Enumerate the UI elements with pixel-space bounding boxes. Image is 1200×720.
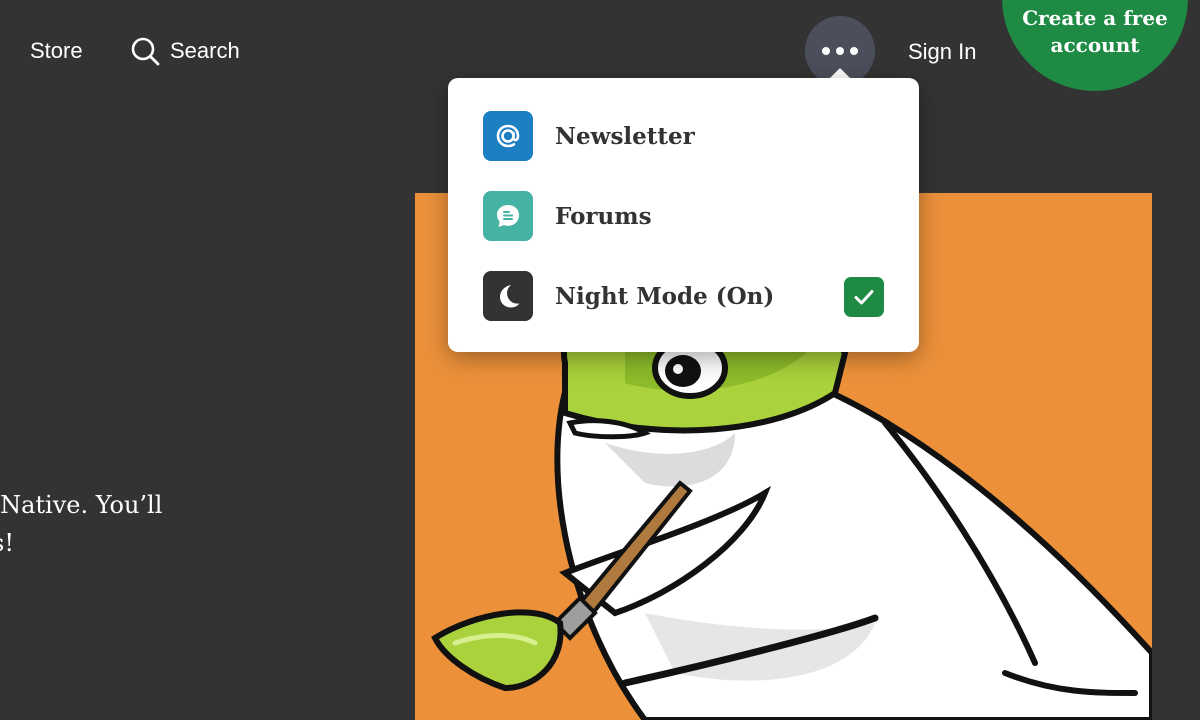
- ellipsis-icon: [822, 47, 830, 55]
- menu-item-label: Night Mode (On): [555, 282, 775, 310]
- menu-item-label: Newsletter: [555, 122, 695, 150]
- checkmark-icon: [854, 290, 874, 305]
- search-icon: [131, 37, 160, 66]
- ellipsis-dot: [850, 47, 858, 55]
- create-account-line1: Create a free: [1022, 6, 1168, 30]
- menu-item-label: Forums: [555, 202, 652, 230]
- night-mode-checkbox[interactable]: [844, 277, 884, 317]
- chat-bubble-icon: [483, 191, 533, 241]
- moon-icon: [483, 271, 533, 321]
- create-account-label: Create a free account: [1002, 5, 1188, 59]
- at-sign-icon: [483, 111, 533, 161]
- sign-in-link[interactable]: Sign In: [908, 39, 977, 65]
- more-menu-dropdown: Newsletter Forums Night Mode (On): [448, 78, 919, 352]
- create-account-line2: account: [1050, 33, 1140, 57]
- search-link[interactable]: Search: [130, 36, 240, 66]
- create-account-button[interactable]: Create a free account: [1002, 0, 1188, 91]
- hero-line: s!: [0, 529, 14, 557]
- menu-item-night-mode[interactable]: Night Mode (On): [483, 270, 893, 322]
- ellipsis-dot: [836, 47, 844, 55]
- search-label: Search: [170, 38, 240, 63]
- store-link[interactable]: Store: [30, 38, 83, 64]
- hero-line: /Native. You’ll: [0, 491, 163, 519]
- menu-item-forums[interactable]: Forums: [483, 190, 893, 242]
- hero-description: /Native. You’ll s!: [0, 486, 162, 562]
- menu-item-newsletter[interactable]: Newsletter: [483, 110, 893, 162]
